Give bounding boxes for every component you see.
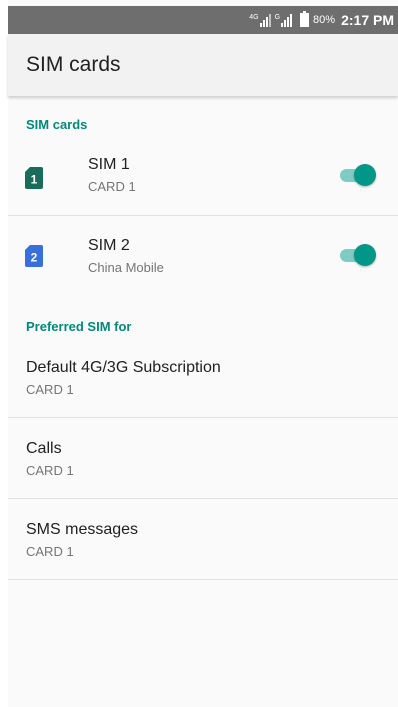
status-bar: 4G G 80% 2:17 PM <box>8 6 398 34</box>
pref-row-sms[interactable]: SMS messages CARD 1 <box>8 501 398 581</box>
divider <box>8 215 398 216</box>
sim-card-icon: 1 <box>25 167 43 189</box>
pref-data-subtitle: CARD 1 <box>26 382 74 397</box>
page-title: SIM cards <box>26 53 121 76</box>
sim2-icon-number: 2 <box>31 251 38 265</box>
pref-data-title: Default 4G/3G Subscription <box>26 359 221 376</box>
section-header-preferred-sim: Preferred SIM for <box>26 319 132 334</box>
pref-calls-text: Calls CARD 1 <box>26 439 74 480</box>
divider <box>8 417 398 418</box>
pref-row-calls[interactable]: Calls CARD 1 <box>8 420 398 500</box>
sim1-toggle[interactable] <box>340 164 376 186</box>
pref-calls-subtitle: CARD 1 <box>26 463 74 478</box>
app-bar: SIM cards <box>8 34 398 96</box>
sim2-signal-icon: G <box>274 13 293 27</box>
sim1-network-tag: 4G <box>249 13 259 21</box>
clock: 2:17 PM <box>341 12 394 28</box>
sim1-subtitle: CARD 1 <box>88 179 136 194</box>
section-header-sim-cards: SIM cards <box>26 117 88 132</box>
sim2-toggle[interactable] <box>340 244 376 266</box>
pref-calls-title: Calls <box>26 440 62 457</box>
sim2-title: SIM 2 <box>88 237 130 254</box>
sim-card-icon: 2 <box>25 245 43 267</box>
pref-sms-text: SMS messages CARD 1 <box>26 520 138 561</box>
sim1-icon-number: 1 <box>31 173 38 187</box>
sim2-text: SIM 2 China Mobile <box>88 236 164 277</box>
pref-data-text: Default 4G/3G Subscription CARD 1 <box>26 358 221 399</box>
sim1-title: SIM 1 <box>88 156 130 173</box>
sim2-subtitle: China Mobile <box>88 260 164 275</box>
sim-row-sim2[interactable]: 2 SIM 2 China Mobile <box>8 217 398 297</box>
divider <box>8 498 398 499</box>
sim1-signal-icon: 4G <box>249 13 271 27</box>
sim1-text: SIM 1 CARD 1 <box>88 155 136 196</box>
pref-sms-title: SMS messages <box>26 521 139 538</box>
sim2-toggle-thumb <box>354 244 376 266</box>
battery-percent: 80% <box>313 14 336 26</box>
pref-sms-subtitle: CARD 1 <box>26 544 74 559</box>
sim-row-sim1[interactable]: 1 SIM 1 CARD 1 <box>8 138 398 218</box>
sim1-toggle-thumb <box>354 164 376 186</box>
divider <box>8 579 398 580</box>
screen: 4G G 80% 2:17 PM SIM cards SIM cards 1 S… <box>8 0 398 707</box>
battery-icon <box>300 11 310 27</box>
sim2-network-tag: G <box>274 13 281 21</box>
pref-row-data-subscription[interactable]: Default 4G/3G Subscription CARD 1 <box>8 340 398 420</box>
